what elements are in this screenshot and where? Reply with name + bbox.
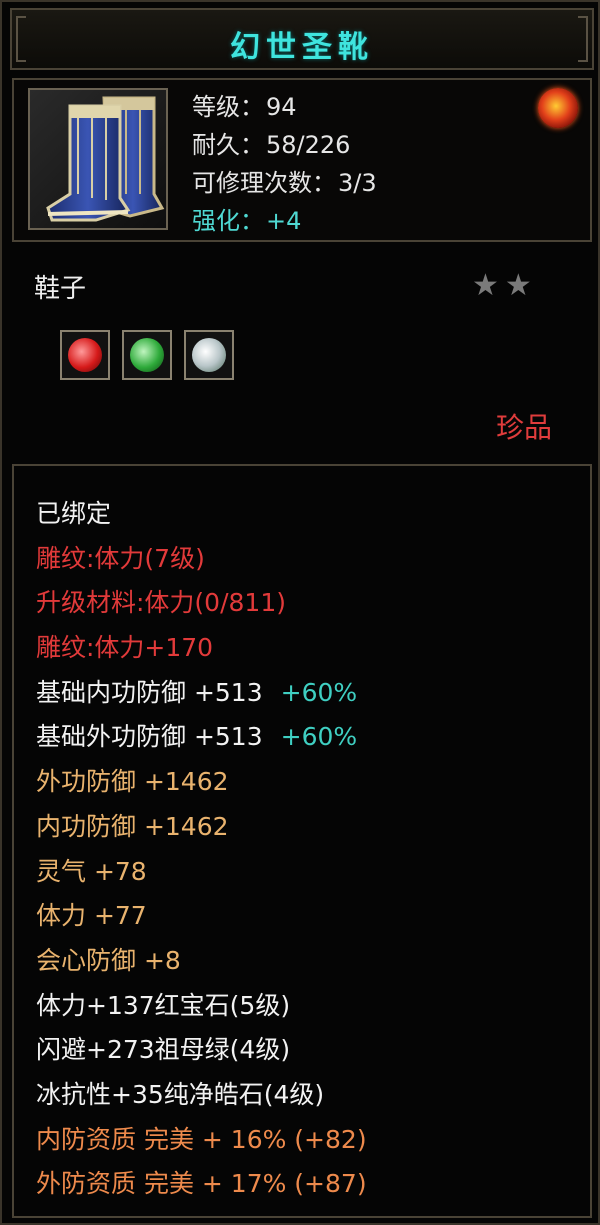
attribute-text: 外防资质 完美 + 17% (+87)	[36, 1169, 367, 1199]
attribute-line: 会心防御 +8	[36, 939, 367, 984]
attribute-bonus: +60%	[280, 677, 358, 707]
repair-count-stat: 可修理次数：3/3	[190, 164, 377, 202]
ruby-gem-icon	[68, 338, 102, 372]
attribute-list: 已绑定雕纹:体力(7级) 升级材料:体力(0/811) 雕纹:体力+170 基础内功防…	[36, 492, 367, 1207]
attribute-line: 体力+137红宝石(5级)	[36, 984, 367, 1029]
attribute-line: 灵气 +78	[36, 850, 367, 895]
attribute-text: 雕纹:体力(7级)	[36, 543, 205, 573]
title-bar: 幻世圣靴	[10, 8, 594, 70]
attribute-text: 已绑定	[36, 499, 112, 528]
attribute-line: 雕纹:体力(7级)	[36, 537, 367, 582]
item-header: 等级：94 耐久：58/226 可修理次数：3/3 强化：+4	[12, 78, 592, 242]
attribute-line: 外防资质 完美 + 17% (+87)	[36, 1162, 367, 1207]
stat-label: 强化：	[192, 207, 264, 235]
attribute-text: 外功防御 +1462	[36, 767, 229, 797]
emerald-gem-icon	[130, 338, 164, 372]
attribute-text: 会心防御 +8	[36, 945, 181, 975]
rarity-label: 珍品	[496, 411, 553, 444]
stat-label: 等级：	[192, 93, 264, 121]
attribute-line: 雕纹:体力+170	[36, 626, 367, 671]
socket-slot[interactable]	[60, 330, 110, 380]
stat-value: 94	[266, 93, 297, 121]
attribute-line: 体力 +77	[36, 894, 367, 939]
attribute-line: 内防资质 完美 + 16% (+82)	[36, 1118, 367, 1163]
socket-slot[interactable]	[184, 330, 234, 380]
level-stat: 等级：94	[190, 88, 377, 126]
fire-dragon-icon	[538, 88, 578, 128]
attribute-line: 已绑定	[36, 492, 367, 537]
attribute-line: 基础内功防御 +513 +60%	[36, 671, 367, 716]
stat-value: 58/226	[266, 131, 351, 159]
attribute-line: 内功防御 +1462	[36, 805, 367, 850]
attribute-line: 冰抗性+35纯净皓石(4级)	[36, 1073, 367, 1118]
attribute-line: 基础外功防御 +513 +60%	[36, 715, 367, 760]
enhance-stat: 强化：+4	[190, 202, 377, 240]
durability-stat: 耐久：58/226	[190, 126, 377, 164]
attribute-text: 内防资质 完美 + 16% (+82)	[36, 1124, 367, 1154]
stat-value: 3/3	[338, 169, 377, 197]
attribute-text: 体力+137红宝石(5级)	[36, 990, 291, 1020]
attribute-text: 闪避+273祖母绿(4级)	[36, 1035, 291, 1065]
star-rating: ★★	[472, 268, 538, 303]
attribute-text: 内功防御 +1462	[36, 811, 229, 841]
attribute-bonus: +60%	[280, 722, 358, 752]
stat-value: +4	[266, 207, 302, 235]
attribute-line: 外功防御 +1462	[36, 760, 367, 805]
attribute-text: 冰抗性+35纯净皓石(4级)	[36, 1079, 325, 1109]
item-name: 幻世圣靴	[230, 30, 374, 65]
header-stats: 等级：94 耐久：58/226 可修理次数：3/3 强化：+4	[190, 88, 377, 240]
diamond-gem-icon	[192, 338, 226, 372]
attribute-text: 基础内功防御 +513	[36, 677, 263, 707]
attribute-text: 基础外功防御 +513	[36, 722, 263, 752]
stat-label: 耐久：	[192, 131, 264, 159]
attribute-text: 雕纹:体力+170	[36, 633, 214, 663]
item-type: 鞋子	[34, 274, 87, 304]
boots-icon	[28, 88, 168, 230]
item-tooltip: 幻世圣靴 等级：94 耐久：58/226 可修理次数：3/3 强化：+4 鞋子 …	[0, 0, 600, 1225]
attribute-line: 升级材料:体力(0/811)	[36, 581, 367, 626]
attribute-line: 闪避+273祖母绿(4级)	[36, 1028, 367, 1073]
socket-slot[interactable]	[122, 330, 172, 380]
attribute-text: 体力 +77	[36, 901, 147, 931]
attribute-text: 升级材料:体力(0/811)	[36, 588, 286, 618]
attribute-panel: 已绑定雕纹:体力(7级) 升级材料:体力(0/811) 雕纹:体力+170 基础内功防…	[12, 464, 592, 1218]
attribute-text: 灵气 +78	[36, 856, 147, 886]
stat-label: 可修理次数：	[192, 169, 336, 197]
